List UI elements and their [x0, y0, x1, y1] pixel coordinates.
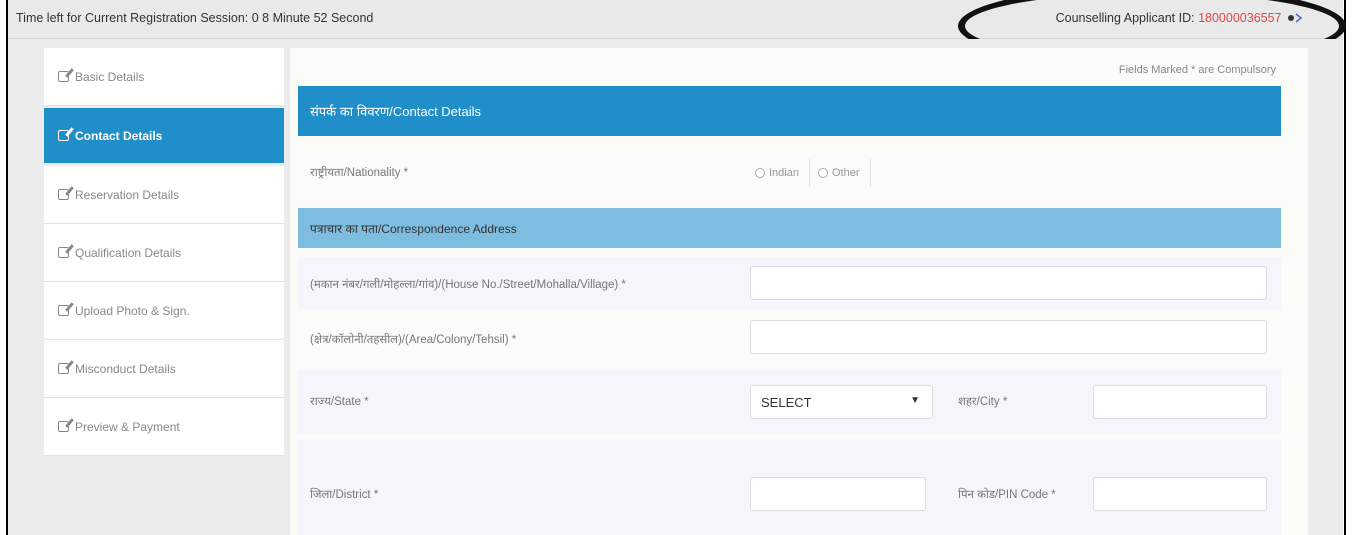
area-row: (क्षेत्र/कॉलोनी/तहसील)/(Area/Colony/Tehs… — [298, 312, 1281, 364]
nationality-radio-group: Indian Other — [755, 159, 879, 187]
area-input[interactable] — [750, 320, 1267, 354]
sidebar-item-basic-details[interactable]: Basic Details — [44, 48, 284, 106]
district-pin-row: जिला/District * पिन कोड/PIN Code * — [298, 440, 1281, 535]
nationality-label: राष्ट्रीयता/Nationality * — [310, 167, 409, 179]
section-header-contact-details: संपर्क का विवरण/Contact Details — [298, 86, 1281, 136]
sidebar-item-upload-photo-sign[interactable]: Upload Photo & Sign. — [44, 282, 284, 340]
session-timer: Time left for Current Registration Sessi… — [16, 11, 374, 25]
state-label: राज्य/State * — [310, 396, 369, 408]
edit-icon — [58, 247, 69, 258]
edit-icon — [58, 421, 69, 432]
sidebar-nav: Basic Details Contact Details Reservatio… — [44, 48, 284, 456]
radio-other[interactable]: Other — [817, 167, 860, 179]
house-input[interactable] — [750, 266, 1267, 300]
city-input[interactable] — [1093, 385, 1267, 419]
sidebar-item-preview-payment[interactable]: Preview & Payment — [44, 398, 284, 456]
mandatory-note: Fields Marked * are Compulsory — [1118, 64, 1276, 76]
divider — [808, 159, 810, 187]
state-select-value: SELECT — [761, 394, 812, 410]
divider — [869, 159, 871, 187]
form-panel: Fields Marked * are Compulsory संपर्क का… — [290, 48, 1308, 535]
edit-icon — [58, 130, 69, 141]
section-header-correspondence-address: पत्राचार का पता/Correspondence Address — [298, 208, 1281, 248]
sidebar-item-label: Basic Details — [75, 69, 145, 84]
radio-label: Indian — [769, 167, 799, 179]
radio-indian[interactable]: Indian — [755, 167, 799, 179]
city-label: शहर/City * — [958, 396, 1008, 408]
sidebar-item-contact-details[interactable]: Contact Details — [44, 108, 284, 164]
house-row: (मकान नंबर/गली/मोहल्ला/गांव)/(House No./… — [298, 257, 1281, 309]
sidebar-item-label: Reservation Details — [75, 187, 180, 202]
radio-circle-icon — [817, 168, 828, 178]
sidebar-item-label: Qualification Details — [75, 245, 182, 260]
sidebar-item-label: Misconduct Details — [75, 361, 176, 376]
sidebar-item-label: Upload Photo & Sign. — [75, 303, 190, 318]
radio-circle-icon — [755, 168, 765, 178]
edit-icon — [58, 305, 69, 316]
edit-icon — [58, 71, 69, 82]
sidebar-item-qualification-details[interactable]: Qualification Details — [44, 224, 284, 282]
house-label: (मकान नंबर/गली/मोहल्ला/गांव)/(House No./… — [310, 279, 626, 291]
area-label: (क्षेत्र/कॉलोनी/तहसील)/(Area/Colony/Tehs… — [310, 334, 517, 346]
sidebar-item-label: Preview & Payment — [75, 419, 180, 434]
nationality-row: राष्ट्रीयता/Nationality * Indian Other — [298, 143, 1281, 203]
radio-label: Other — [831, 167, 860, 179]
pincode-label: पिन कोड/PIN Code * — [958, 489, 1056, 501]
sidebar-item-reservation-details[interactable]: Reservation Details — [44, 166, 284, 224]
chevron-down-icon: ▼ — [910, 395, 920, 406]
state-city-row: राज्य/State * SELECT ▼ शहर/City * — [298, 370, 1281, 434]
district-input[interactable] — [750, 477, 926, 511]
edit-icon — [58, 363, 69, 374]
district-label: जिला/District * — [310, 489, 379, 501]
edit-icon — [58, 189, 69, 200]
pincode-input[interactable] — [1093, 477, 1267, 511]
state-select[interactable]: SELECT ▼ — [750, 385, 933, 419]
sidebar-item-label: Contact Details — [75, 128, 163, 143]
page-area: Basic Details Contact Details Reservatio… — [8, 39, 1343, 535]
sidebar-item-misconduct-details[interactable]: Misconduct Details — [44, 340, 284, 398]
